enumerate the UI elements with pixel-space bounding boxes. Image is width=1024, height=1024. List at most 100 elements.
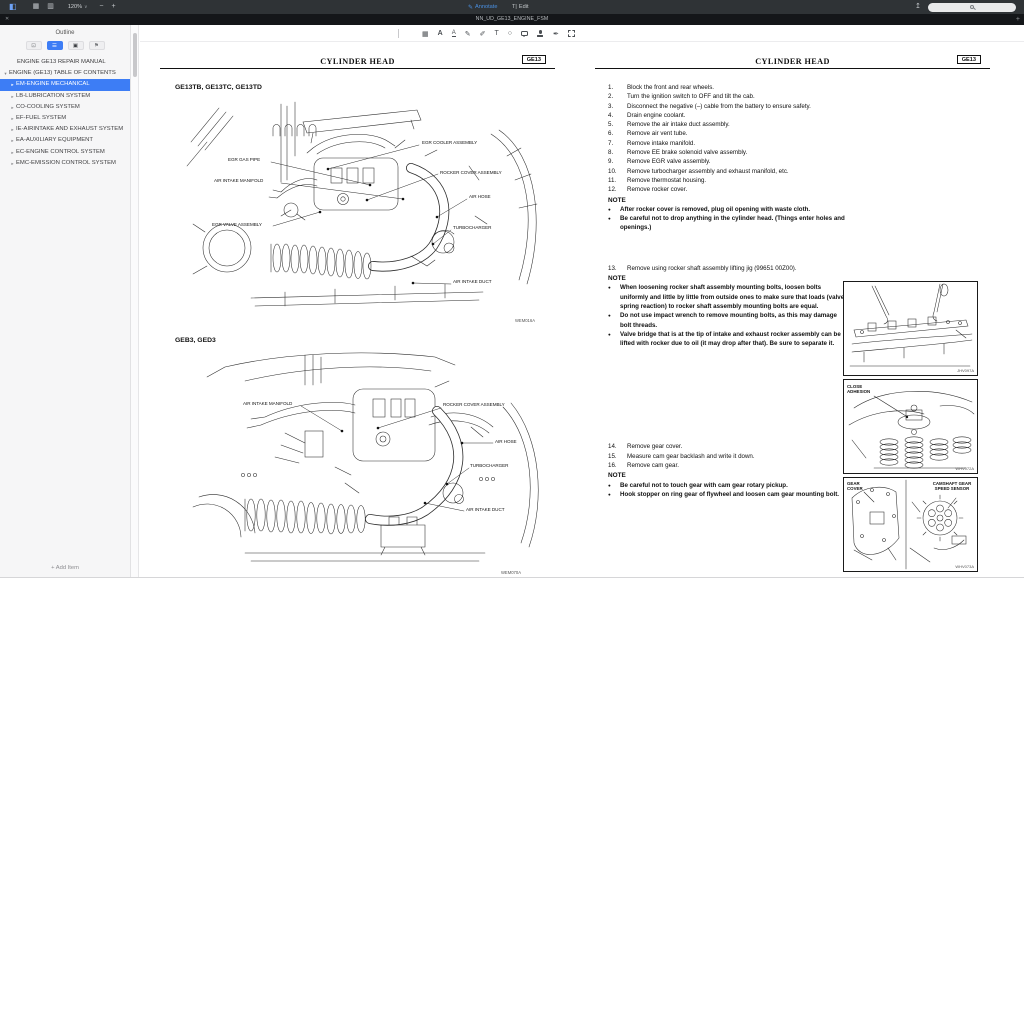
figure-label: CLOSE ADHESION bbox=[847, 384, 881, 394]
chevron-icon: ▸ bbox=[9, 158, 16, 169]
procedure-step: 6. Remove air vent tube. bbox=[608, 129, 845, 138]
outline-item-label: EM-ENGINE MECHANICAL bbox=[16, 79, 90, 90]
note-text: Do not use impact wrench to remove mount… bbox=[620, 311, 845, 330]
step-number: 4. bbox=[608, 111, 627, 120]
step-number: 2. bbox=[608, 92, 627, 101]
sidebar-toggle-icon[interactable] bbox=[5, 0, 21, 14]
search-input[interactable] bbox=[928, 3, 1016, 12]
procedure-step: 2. Turn the ignition switch to OFF and t… bbox=[608, 92, 845, 101]
step-text: Remove thermostat housing. bbox=[627, 176, 845, 185]
outline-item-label: ENGINE (GE13) TABLE OF CONTENTS bbox=[9, 68, 116, 79]
thumbnails-view-icon[interactable] bbox=[29, 0, 44, 14]
step-text: Remove air vent tube. bbox=[627, 129, 845, 138]
share-icon[interactable] bbox=[911, 0, 925, 14]
image-stamp-icon[interactable] bbox=[422, 30, 429, 38]
spacer bbox=[608, 348, 845, 442]
procedure-step: 8. Remove EE brake solenoid valve assemb… bbox=[608, 148, 845, 157]
step-text: Remove intake manifold. bbox=[627, 139, 845, 148]
outline-item[interactable]: ▸ EF-FUEL SYSTEM bbox=[0, 113, 130, 124]
document-tab[interactable]: NN_UD_GE13_ENGINE_FSM bbox=[0, 14, 1024, 25]
outline-item[interactable]: ▾ ENGINE (GE13) TABLE OF CONTENTS bbox=[0, 68, 130, 79]
diagram-label: AIR INTAKE MANIFOLD bbox=[243, 401, 292, 406]
add-tab-icon[interactable]: + bbox=[1016, 14, 1020, 25]
diagram-label: AIR INTAKE DUCT bbox=[466, 507, 504, 512]
outline-item-label: EC-ENGINE CONTROL SYSTEM bbox=[16, 147, 105, 158]
outline-item[interactable]: ▸ EA-AUXILIARY EQUIPMENT bbox=[0, 135, 130, 146]
two-page-view-icon[interactable] bbox=[43, 0, 58, 14]
procedure-step: 4. Drain engine coolant. bbox=[608, 111, 845, 120]
shape-tool-icon[interactable] bbox=[508, 30, 512, 37]
step-text: Remove turbocharger assembly and exhaust… bbox=[627, 167, 845, 176]
procedure-step: 1. Block the front and rear wheels. bbox=[608, 83, 845, 92]
engine-diagram-2: AIR INTAKE MANIFOLDROCKER COVER ASSEMBLY… bbox=[185, 347, 545, 577]
step-number: 14. bbox=[608, 442, 627, 451]
content-region: Outline ENGINE GE13 REPAIR MANUAL ▾ ENGI… bbox=[0, 25, 1024, 577]
bullet-icon: ● bbox=[608, 283, 620, 311]
engine-line-art bbox=[185, 347, 545, 577]
left-page: CYLINDER HEAD GE13 GE13TB, GE13TC, GE13T… bbox=[160, 57, 555, 577]
procedure-step: 7. Remove intake manifold. bbox=[608, 139, 845, 148]
pencil-icon[interactable] bbox=[465, 30, 471, 38]
procedure-step: 11. Remove thermostat housing. bbox=[608, 176, 845, 185]
select-area-icon[interactable] bbox=[568, 30, 575, 37]
step-text: Turn the ignition switch to OFF and tilt… bbox=[627, 92, 845, 101]
diagram-label: AIR INTAKE MANIFOLD bbox=[214, 178, 263, 183]
note-item: ● After rocker cover is removed, plug oi… bbox=[608, 205, 845, 214]
chevron-icon: ▸ bbox=[9, 124, 16, 135]
zoom-in-button[interactable] bbox=[108, 0, 120, 14]
engine-models-title: GE13TB, GE13TC, GE13TD bbox=[175, 84, 262, 91]
outline-item[interactable]: ▸ EM-ENGINE MECHANICAL bbox=[0, 79, 130, 90]
sidebar-scrollbar[interactable] bbox=[131, 25, 139, 577]
search-icon bbox=[970, 5, 974, 9]
figure-column: JHV097A bbox=[843, 281, 978, 575]
zoom-out-button[interactable] bbox=[95, 0, 107, 14]
scrollbar-thumb[interactable] bbox=[133, 33, 137, 77]
tab-thumbnails-icon[interactable] bbox=[26, 41, 42, 50]
add-item-button[interactable]: + Add Item bbox=[0, 565, 130, 571]
note-item: ● Be careful not to drop anything in the… bbox=[608, 214, 845, 233]
procedure-step: 5. Remove the air intake duct assembly. bbox=[608, 120, 845, 129]
note-heading: NOTE bbox=[608, 274, 845, 283]
pdf-app-window: 120% ∨ Annotate Edit ✕ NN_UD_GE13_ENGINE… bbox=[0, 0, 1024, 577]
outline-item[interactable]: ▸ LB-LUBRICATION SYSTEM bbox=[0, 91, 130, 102]
tab-annotations-icon[interactable] bbox=[68, 41, 84, 50]
outline-item-label: EF-FUEL SYSTEM bbox=[16, 113, 66, 124]
highlight-text-icon[interactable] bbox=[438, 30, 443, 37]
page-header: CYLINDER HEAD bbox=[595, 57, 990, 66]
stamp-icon[interactable] bbox=[537, 30, 544, 38]
zoom-level[interactable]: 120% bbox=[68, 4, 82, 10]
outline-item[interactable]: ▸ CO-COOLING SYSTEM bbox=[0, 102, 130, 113]
tab-outline-icon[interactable] bbox=[47, 41, 63, 50]
outline-item[interactable]: ▸ EMC-EMISSION CONTROL SYSTEM bbox=[0, 158, 130, 169]
note-item: ● Valve bridge that is at the tip of int… bbox=[608, 330, 845, 349]
outline-item[interactable]: ▸ EC-ENGINE CONTROL SYSTEM bbox=[0, 147, 130, 158]
diagram-label: AIR HOSE bbox=[469, 194, 491, 199]
note-list: ● After rocker cover is removed, plug oi… bbox=[608, 205, 845, 233]
outline-item[interactable]: ENGINE GE13 REPAIR MANUAL bbox=[0, 57, 130, 68]
toolbar-handle[interactable] bbox=[398, 29, 399, 38]
comment-icon[interactable] bbox=[521, 31, 528, 36]
chevron-icon: ▸ bbox=[9, 79, 16, 90]
annotate-button[interactable]: Annotate bbox=[468, 4, 497, 11]
figure-code: WHV073A bbox=[955, 564, 974, 569]
note-item: ● Do not use impact wrench to remove mou… bbox=[608, 311, 845, 330]
outline-item[interactable]: ▸ IE-AIRINTAKE AND EXHAUST SYSTEM bbox=[0, 124, 130, 135]
tab-bookmarks-icon[interactable] bbox=[89, 41, 105, 50]
signature-pen-icon[interactable] bbox=[553, 30, 559, 38]
procedure-column: 1. Block the front and rear wheels. 2. T… bbox=[608, 83, 845, 499]
note-text: Be careful not to drop anything in the c… bbox=[620, 214, 845, 233]
procedure-step: 9. Remove EGR valve assembly. bbox=[608, 157, 845, 166]
bullet-icon: ● bbox=[608, 481, 620, 490]
outline-item-label: EA-AUXILIARY EQUIPMENT bbox=[16, 135, 93, 146]
step-text: Remove using rocker shaft assembly lifti… bbox=[627, 264, 845, 273]
edit-label: Edit bbox=[519, 4, 529, 10]
text-tool-icon[interactable] bbox=[494, 30, 498, 37]
edit-button[interactable]: Edit bbox=[512, 4, 529, 10]
outline-item-label: LB-LUBRICATION SYSTEM bbox=[16, 91, 90, 102]
marker-icon[interactable] bbox=[480, 30, 486, 38]
chevron-icon: ▸ bbox=[9, 91, 16, 102]
procedure-step: 13. Remove using rocker shaft assembly l… bbox=[608, 264, 845, 273]
underline-text-icon[interactable] bbox=[452, 30, 456, 37]
note-text: After rocker cover is removed, plug oil … bbox=[620, 205, 845, 214]
zoom-caret-icon[interactable]: ∨ bbox=[84, 4, 87, 10]
